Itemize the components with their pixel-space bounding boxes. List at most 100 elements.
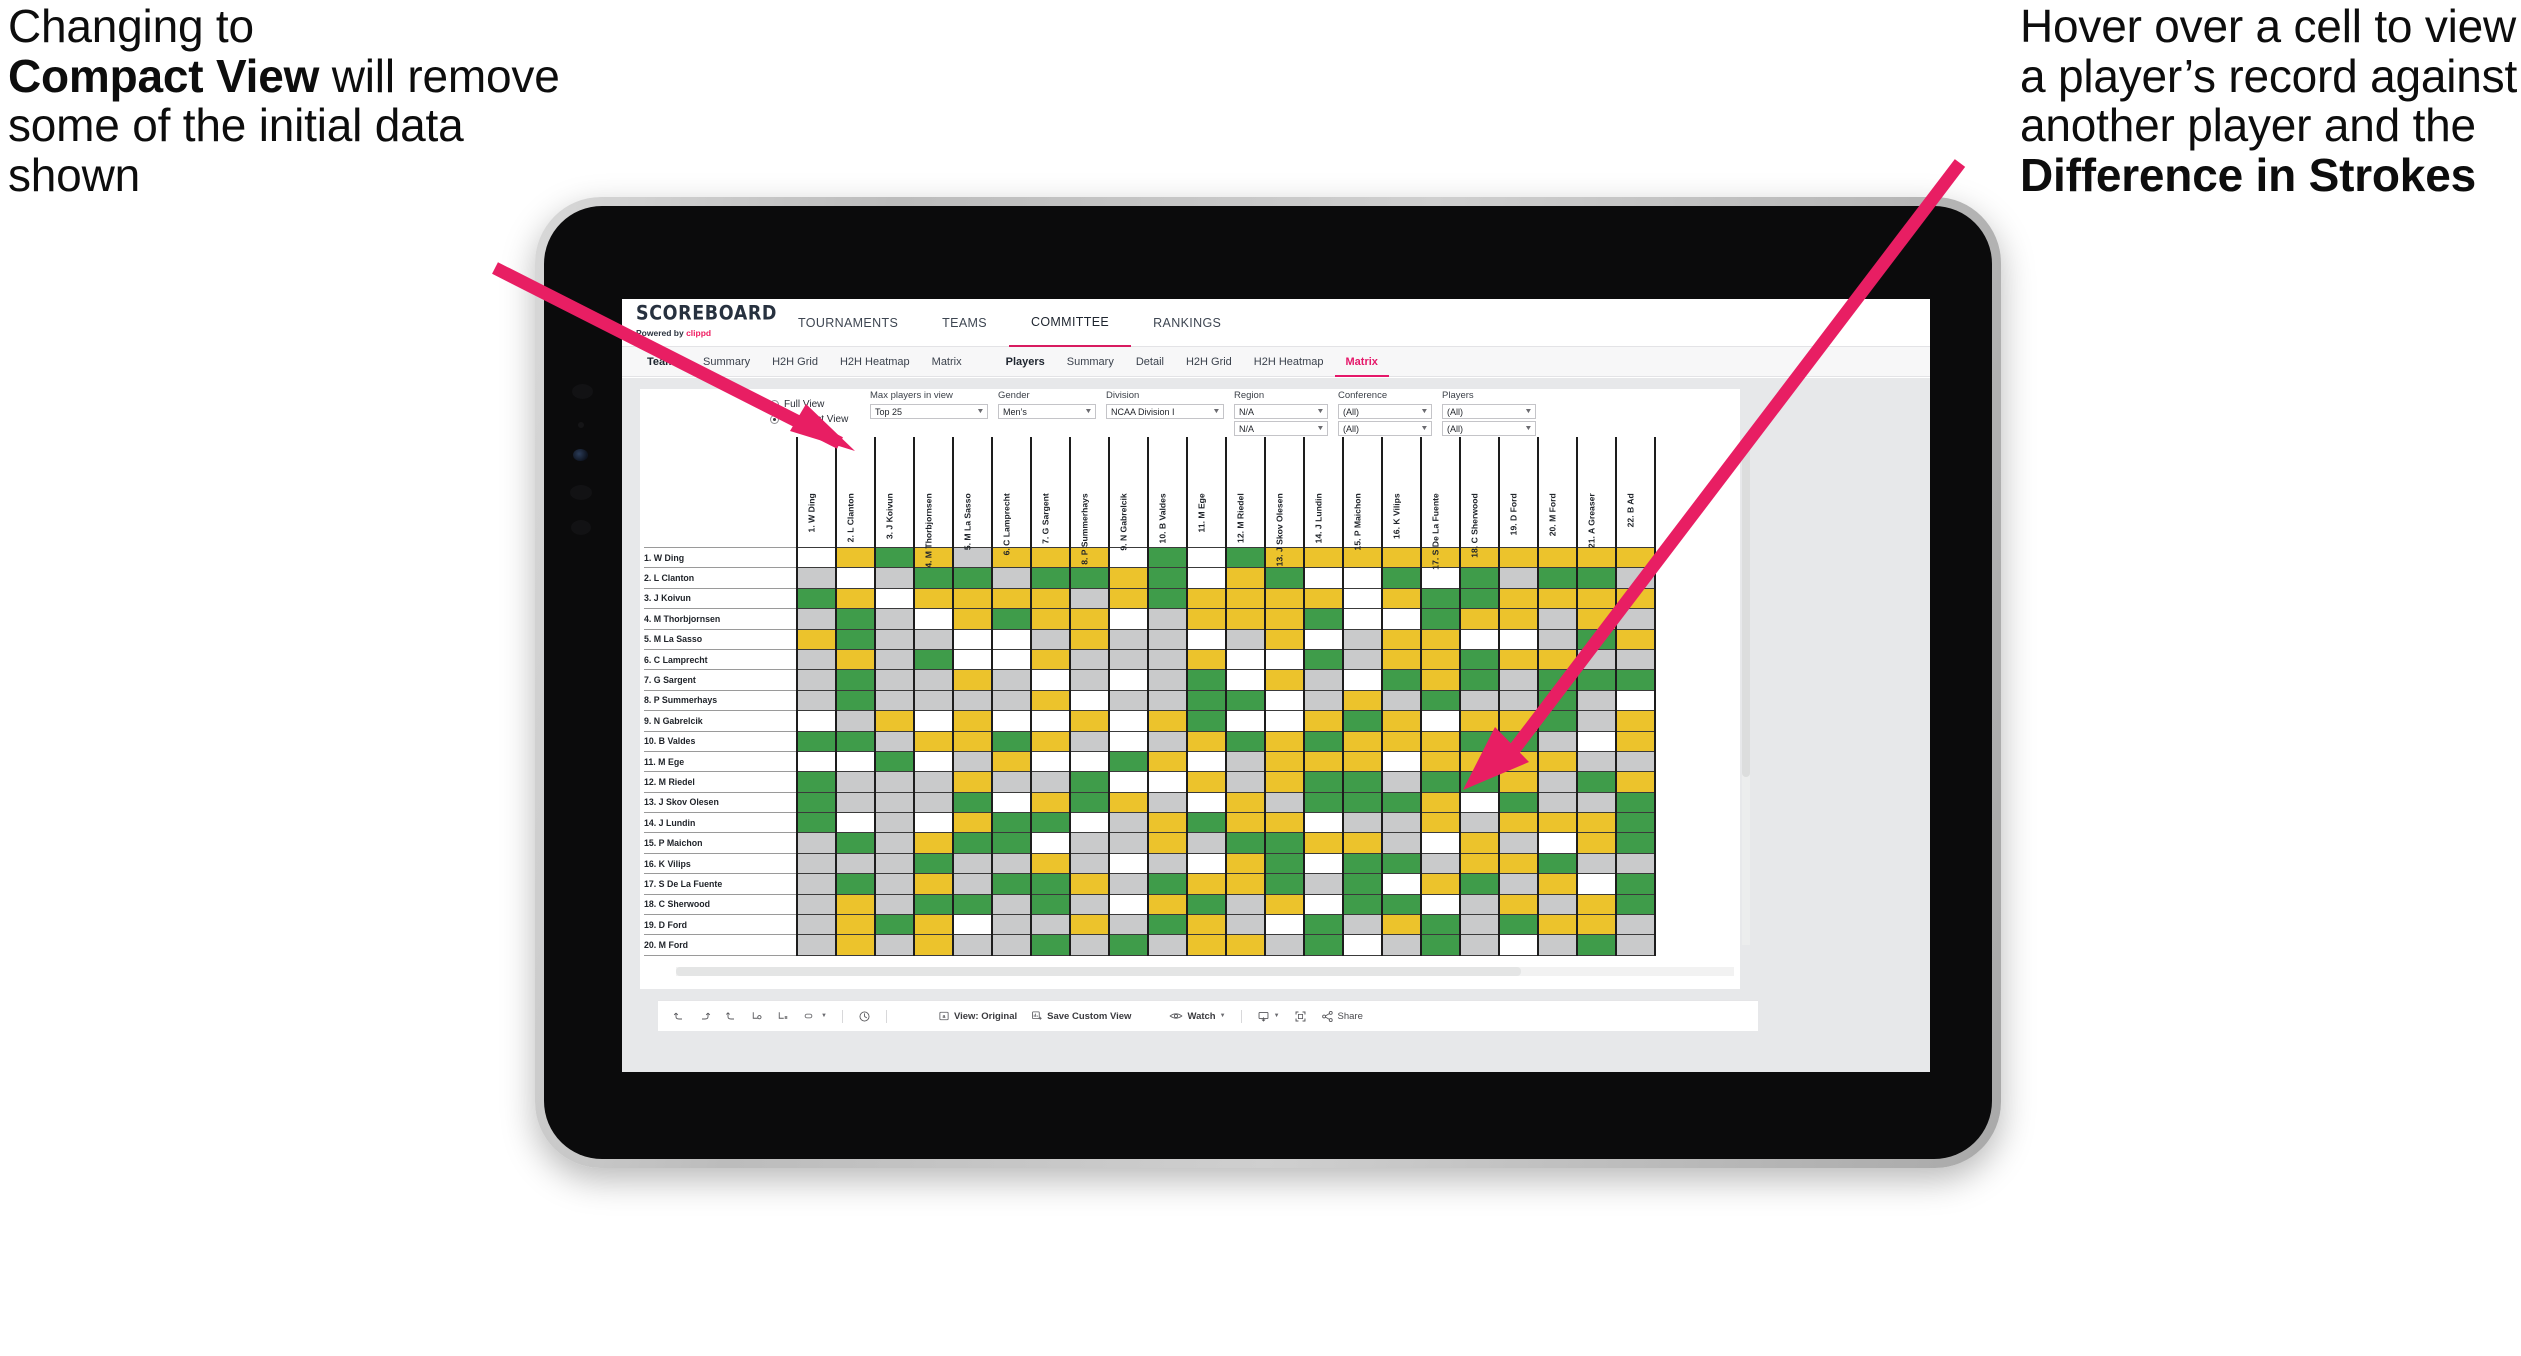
matrix-cell[interactable]	[1225, 628, 1266, 650]
matrix-cell[interactable]	[1381, 812, 1422, 834]
matrix-cell[interactable]	[1537, 934, 1578, 956]
matrix-cell[interactable]	[1459, 914, 1500, 936]
matrix-cell[interactable]	[796, 608, 837, 630]
matrix-cell[interactable]	[1147, 730, 1188, 752]
matrix-cell[interactable]	[952, 934, 993, 956]
matrix-cell[interactable]	[1537, 750, 1578, 773]
matrix-cell[interactable]	[1381, 832, 1422, 854]
radio-icon-compact-view[interactable]	[770, 415, 779, 424]
matrix-cell[interactable]	[835, 648, 876, 671]
matrix-cell[interactable]	[1420, 852, 1461, 875]
matrix-cell[interactable]	[1537, 648, 1578, 671]
view-original-button[interactable]: a View: Original	[931, 1005, 1024, 1028]
matrix-cell[interactable]	[796, 812, 837, 834]
matrix-cell[interactable]	[1498, 730, 1539, 752]
matrix-cell[interactable]	[1225, 669, 1266, 691]
matrix-cell[interactable]	[1381, 730, 1422, 752]
matrix-cell[interactable]	[913, 710, 954, 732]
matrix-cell[interactable]	[913, 730, 954, 752]
matrix-cell[interactable]	[1381, 771, 1422, 793]
matrix-cell[interactable]	[1498, 791, 1539, 814]
matrix-cell[interactable]	[1030, 914, 1071, 936]
select-region[interactable]: N/A ▼	[1234, 404, 1328, 419]
matrix-cell[interactable]	[874, 689, 915, 712]
subtab-teams-matrix[interactable]: Matrix	[921, 347, 973, 377]
matrix-cell[interactable]	[1576, 812, 1617, 834]
subtab-players-h2h-grid[interactable]: H2H Grid	[1175, 347, 1243, 377]
matrix-cell[interactable]	[1147, 710, 1188, 732]
matrix-cell[interactable]	[1303, 689, 1344, 712]
matrix-cell[interactable]	[1459, 873, 1500, 895]
matrix-cell[interactable]	[1342, 893, 1383, 916]
matrix-cell[interactable]	[835, 812, 876, 834]
matrix-cell[interactable]	[1342, 914, 1383, 936]
matrix-cell[interactable]	[1537, 730, 1578, 752]
top-tab-committee[interactable]: COMMITTEE	[1008, 299, 1132, 347]
subtab-players-group[interactable]: Players	[995, 347, 1056, 377]
matrix-cell[interactable]	[1537, 832, 1578, 854]
horizontal-scrollbar-thumb[interactable]	[676, 967, 1521, 976]
matrix-cell[interactable]	[1108, 852, 1149, 875]
matrix-cell[interactable]	[1342, 832, 1383, 854]
matrix-cell[interactable]	[952, 669, 993, 691]
matrix-cell[interactable]	[1147, 750, 1188, 773]
matrix-cell[interactable]	[1069, 812, 1110, 834]
matrix-cell[interactable]	[1264, 689, 1305, 712]
matrix-cell[interactable]	[1264, 771, 1305, 793]
subtab-players-matrix[interactable]: Matrix	[1334, 347, 1389, 377]
matrix-cell[interactable]	[1459, 791, 1500, 814]
matrix-cell[interactable]	[913, 669, 954, 691]
matrix-cell[interactable]	[835, 771, 876, 793]
matrix-cell[interactable]	[952, 608, 993, 630]
matrix-cell[interactable]	[874, 893, 915, 916]
matrix-cell[interactable]	[1576, 914, 1617, 936]
matrix-cell[interactable]	[1498, 934, 1539, 956]
matrix-cell[interactable]	[1303, 812, 1344, 834]
matrix-cell[interactable]	[1303, 934, 1344, 956]
select-conference[interactable]: (All) ▼	[1338, 404, 1432, 419]
radio-compact-view[interactable]: Compact View	[770, 414, 870, 425]
matrix-cell[interactable]	[1381, 893, 1422, 916]
matrix-cell[interactable]	[1381, 648, 1422, 671]
matrix-cell[interactable]	[1225, 771, 1266, 793]
matrix-cell[interactable]	[913, 608, 954, 630]
matrix-cell[interactable]	[952, 730, 993, 752]
matrix-cell[interactable]	[1186, 812, 1227, 834]
select-gender[interactable]: Men’s ▼	[998, 404, 1096, 419]
matrix-cell[interactable]	[796, 791, 837, 814]
zoom-button[interactable]: ▼	[796, 1005, 834, 1028]
matrix-cell[interactable]	[1615, 730, 1656, 752]
matrix-cell[interactable]	[874, 628, 915, 650]
matrix-cell[interactable]	[1186, 852, 1227, 875]
matrix-cell[interactable]	[1303, 852, 1344, 875]
matrix-cell[interactable]	[1498, 873, 1539, 895]
matrix-cell[interactable]	[1342, 791, 1383, 814]
matrix-cell[interactable]	[1264, 832, 1305, 854]
matrix-cell[interactable]	[1264, 873, 1305, 895]
matrix-cell[interactable]	[1186, 791, 1227, 814]
matrix-cell[interactable]	[952, 873, 993, 895]
matrix-cell[interactable]	[1303, 710, 1344, 732]
matrix-cell[interactable]	[952, 914, 993, 936]
select-players[interactable]: (All) ▼	[1442, 404, 1536, 419]
matrix-cell[interactable]	[874, 710, 915, 732]
matrix-cell[interactable]	[1537, 873, 1578, 895]
subtab-teams-h2h-heatmap[interactable]: H2H Heatmap	[829, 347, 921, 377]
matrix-cell[interactable]	[991, 689, 1032, 712]
matrix-cell[interactable]	[1186, 648, 1227, 671]
matrix-cell[interactable]	[835, 914, 876, 936]
matrix-cell[interactable]	[1342, 771, 1383, 793]
matrix-cell[interactable]	[796, 730, 837, 752]
matrix-cell[interactable]	[1303, 730, 1344, 752]
matrix-cell[interactable]	[1030, 873, 1071, 895]
matrix-cell[interactable]	[1030, 628, 1071, 650]
matrix-cell[interactable]	[796, 648, 837, 671]
matrix-cell[interactable]	[796, 628, 837, 650]
matrix-cell[interactable]	[1576, 832, 1617, 854]
matrix-cell[interactable]	[1576, 608, 1617, 630]
share-button[interactable]: Share	[1314, 1005, 1370, 1028]
matrix-cell[interactable]	[1264, 730, 1305, 752]
matrix-cell[interactable]	[991, 914, 1032, 936]
matrix-cell[interactable]	[796, 914, 837, 936]
matrix-cell[interactable]	[1303, 791, 1344, 814]
